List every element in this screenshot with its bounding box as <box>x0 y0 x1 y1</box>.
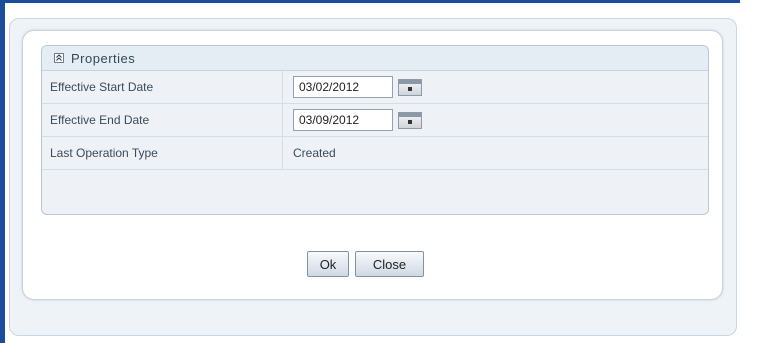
ok-button[interactable]: Ok <box>307 251 349 277</box>
collapse-icon[interactable] <box>54 53 64 63</box>
window-left-border <box>0 0 5 343</box>
row-operation-type: Last Operation Type Created <box>42 136 708 170</box>
panel-title: Properties <box>71 50 136 66</box>
operation-type-label: Last Operation Type <box>42 136 283 170</box>
calendar-icon[interactable] <box>398 111 422 129</box>
button-bar: Ok Close <box>307 251 424 277</box>
row-end-date: Effective End Date <box>42 103 708 137</box>
window-right-margin <box>740 0 761 343</box>
properties-dialog: Properties Effective Start Date Effectiv… <box>22 30 723 300</box>
panel-footer <box>42 170 708 181</box>
panel-header[interactable]: Properties <box>42 46 708 71</box>
end-date-input[interactable] <box>293 109 393 131</box>
properties-table: Effective Start Date Effective End Date <box>42 71 708 170</box>
end-date-cell <box>282 103 708 137</box>
start-date-cell <box>282 71 708 104</box>
properties-panel: Properties Effective Start Date Effectiv… <box>41 45 709 215</box>
end-date-label: Effective End Date <box>42 103 283 137</box>
close-button[interactable]: Close <box>355 251 424 277</box>
calendar-icon[interactable] <box>398 78 422 96</box>
window-top-border <box>0 0 740 3</box>
operation-type-value: Created <box>282 136 708 170</box>
row-start-date: Effective Start Date <box>42 71 708 104</box>
start-date-label: Effective Start Date <box>42 71 283 104</box>
start-date-input[interactable] <box>293 76 393 98</box>
